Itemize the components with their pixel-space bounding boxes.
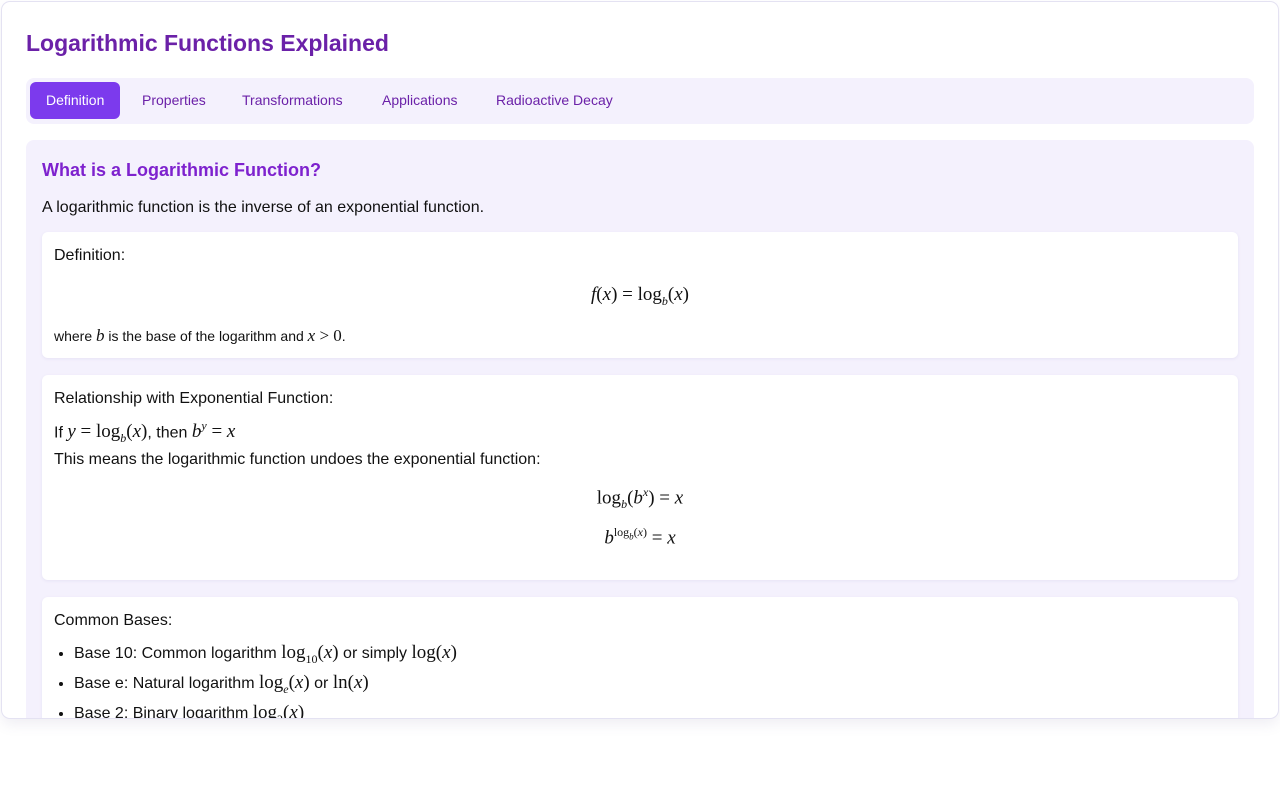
section-heading: What is a Logarithmic Function? [42,160,321,180]
list-item: Base 2: Binary logarithm log2(x) [74,699,457,718]
common-bases-label: Common Bases: [54,612,173,629]
inverse-statement: If y = logb(x), then by = x [54,419,236,446]
tab-applications[interactable]: Applications [366,82,474,119]
common-bases-card: Common Bases: Base 10: Common logarithm … [42,597,1238,718]
relationship-label: Relationship with Exponential Function: [54,390,334,407]
undo-explanation: This means the logarithmic function undo… [54,451,541,468]
tab-panel: What is a Logarithmic Function? A logari… [26,140,1254,718]
tab-properties[interactable]: Properties [126,82,222,119]
list-item: Base 10: Common logarithm log10(x) or si… [74,639,457,669]
relationship-card: Relationship with Exponential Function: … [42,375,1238,580]
definition-card: Definition: f(x) = logb(x) where b is th… [42,232,1238,358]
tab-definition[interactable]: Definition [30,82,121,119]
definition-formula: f(x) = logb(x) [591,284,689,308]
list-item: Base e: Natural logarithm loge(x) or ln(… [74,669,457,699]
tab-bar: Definition Properties Transformations Ap… [26,78,1254,124]
exp-of-log-formula: blogb(x) = x [604,525,676,549]
app-window: Logarithmic Functions Explained Definiti… [2,2,1278,718]
log-of-exp-formula: logb(bx) = x [596,485,684,512]
tab-transformations[interactable]: Transformations [226,82,359,119]
definition-label: Definition: [54,247,126,264]
definition-note: where b is the base of the logarithm and… [54,326,346,345]
bases-list: Base 10: Common logarithm log10(x) or si… [54,639,457,718]
intro-text: A logarithmic function is the inverse of… [42,199,485,216]
page-title: Logarithmic Functions Explained [26,30,389,56]
tab-radioactive-decay[interactable]: Radioactive Decay [480,82,629,119]
